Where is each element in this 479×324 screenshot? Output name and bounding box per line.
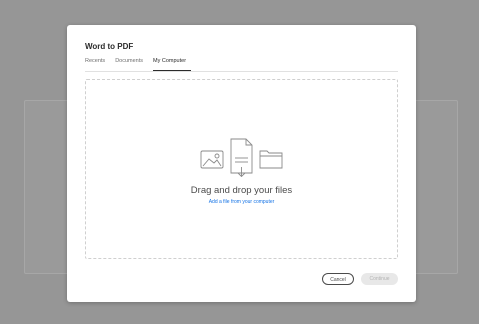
folder-icon — [259, 150, 283, 169]
document-icon — [230, 138, 253, 177]
add-file-link[interactable]: Add a file from your computer — [86, 199, 397, 205]
dropzone-heading: Drag and drop your files — [190, 185, 293, 196]
image-icon — [200, 150, 224, 169]
tab-recents[interactable]: Recents — [85, 57, 110, 70]
continue-button[interactable]: Continue — [361, 273, 398, 285]
source-tabs: Recents Documents My Computer — [85, 57, 398, 72]
word-to-pdf-dialog: Word to PDF Recents Documents My Compute… — [67, 25, 416, 302]
file-dropzone[interactable]: Drag and drop your files Add a file from… — [85, 79, 398, 259]
tab-documents[interactable]: Documents — [115, 57, 148, 70]
dialog-title: Word to PDF — [85, 42, 134, 51]
cancel-button[interactable]: Cancel — [322, 273, 354, 285]
upload-illustration — [200, 138, 283, 177]
tab-my-computer[interactable]: My Computer — [153, 57, 192, 71]
